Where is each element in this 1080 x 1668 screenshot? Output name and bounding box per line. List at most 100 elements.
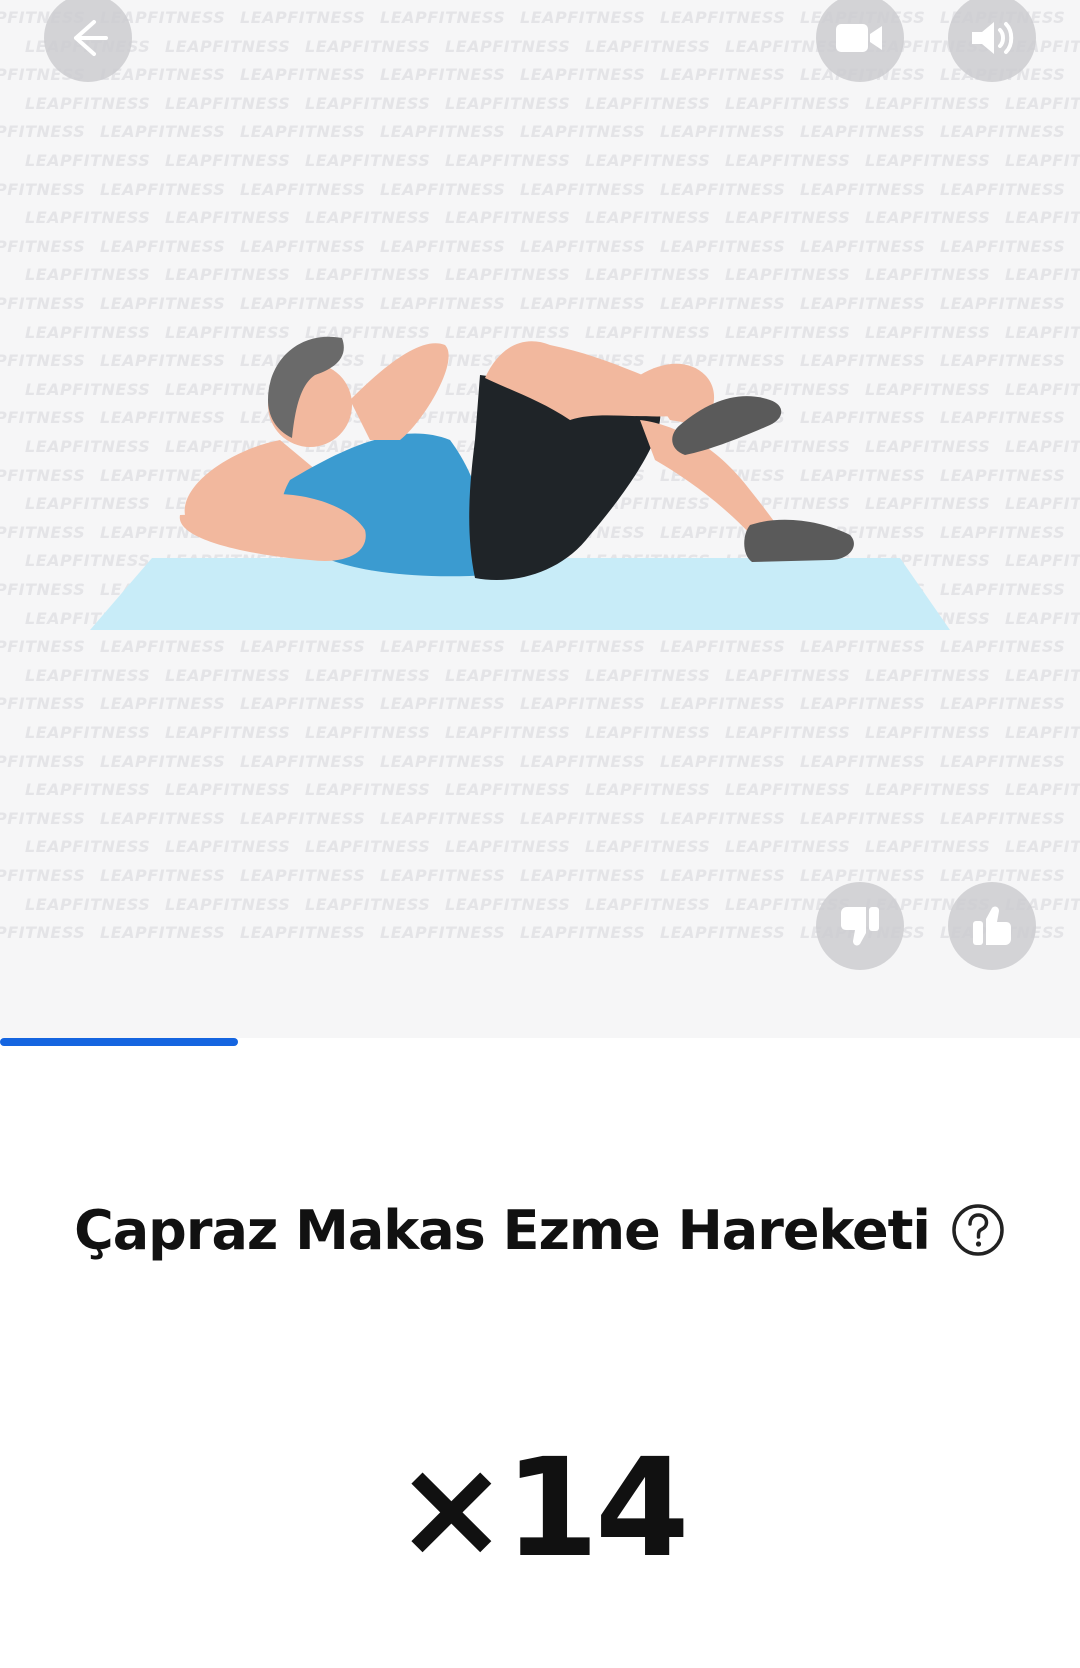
watermark-text: LEAPFITNESS bbox=[380, 808, 506, 828]
watermark-text: LEAPFITNESS bbox=[100, 179, 226, 199]
watermark-text: LEAPFITNESS bbox=[165, 151, 291, 170]
exercise-title-row: Çapraz Makas Ezme Hareketi bbox=[0, 1190, 1080, 1270]
watermark-text: LEAPFITNESS bbox=[585, 151, 711, 170]
watermark-text: LEAPFITNESS bbox=[445, 723, 571, 742]
watermark-text: LEAPFITNESS bbox=[800, 751, 926, 771]
watermark-row: LEAPFITNESS LEAPFITNESS LEAPFITNESS LEAPFIT… bbox=[0, 923, 1080, 940]
watermark-text: LEAPFITNESS bbox=[0, 179, 86, 199]
watermark-text: LEAPFITNESS bbox=[100, 65, 226, 85]
watermark-text: LEAPFITNESS bbox=[380, 923, 506, 940]
watermark-text: LEAPFITNESS bbox=[305, 723, 431, 742]
watermark-text: LEAPFITNESS bbox=[585, 93, 711, 113]
watermark-text: LEAPFITNESS bbox=[0, 751, 86, 771]
watermark-text: LEAPFITNESS bbox=[240, 122, 366, 142]
watermark-text: LEAPFITNESS bbox=[240, 65, 366, 85]
help-button[interactable] bbox=[950, 1202, 1006, 1258]
watermark-row: LEAPFITNESS LEAPFITNESS LEAPFITNESS LEAPFIT… bbox=[25, 780, 1080, 799]
watermark-row: LEAPFITNESS LEAPFITNESS LEAPFITNESS LEAPFIT… bbox=[0, 8, 1080, 27]
watermark-text: LEAPFITNESS bbox=[800, 179, 926, 199]
watermark-text: LEAPFITNESS bbox=[0, 294, 86, 313]
watermark-text: LEAPFITNESS bbox=[725, 837, 851, 857]
like-button[interactable] bbox=[948, 882, 1036, 970]
watermark-text: LEAPFITNESS bbox=[100, 866, 226, 885]
exercise-progress-bar bbox=[0, 1038, 1080, 1046]
watermark-text: LEAPFITNESS bbox=[380, 694, 506, 714]
watermark-text: LEAPFITNESS bbox=[1005, 208, 1080, 228]
watermark-text: LEAPFITNESS bbox=[1005, 93, 1080, 113]
watermark-text: LEAPFITNESS bbox=[940, 179, 1066, 199]
watermark-text: LEAPFITNESS bbox=[865, 93, 991, 113]
watermark-row: LEAPFITNESS LEAPFITNESS LEAPFITNESS LEAPFIT… bbox=[0, 237, 1080, 256]
watermark-text: LEAPFITNESS bbox=[520, 294, 646, 313]
watermark-text: LEAPFITNESS bbox=[445, 93, 571, 113]
watermark-text: LEAPFITNESS bbox=[585, 837, 711, 857]
watermark-text: LEAPFITNESS bbox=[240, 294, 366, 313]
watermark-row: LEAPFITNESS LEAPFITNESS LEAPFITNESS LEAPFIT… bbox=[0, 180, 1080, 199]
watermark-text: LEAPFITNESS bbox=[660, 236, 786, 256]
watermark-text: LEAPFITNESS bbox=[940, 694, 1066, 714]
shoe-floor bbox=[744, 519, 854, 562]
watermark-text: LEAPFITNESS bbox=[25, 93, 151, 113]
speaker-volume-icon bbox=[972, 22, 1014, 54]
watermark-text: LEAPFITNESS bbox=[1005, 151, 1080, 170]
watermark-text: LEAPFITNESS bbox=[100, 236, 226, 256]
watermark-text: LEAPFITNESS bbox=[240, 236, 366, 256]
watermark-text: LEAPFITNESS bbox=[380, 65, 506, 85]
watermark-text: LEAPFITNESS bbox=[25, 151, 151, 170]
watermark-text: LEAPFITNESS bbox=[800, 236, 926, 256]
watermark-text: LEAPFITNESS bbox=[165, 837, 291, 857]
watermark-text: LEAPFITNESS bbox=[725, 723, 851, 742]
watermark-text: LEAPFITNESS bbox=[165, 265, 291, 285]
exercise-title: Çapraz Makas Ezme Hareketi bbox=[74, 1198, 931, 1262]
watermark-text: LEAPFITNESS bbox=[445, 265, 571, 285]
watermark-text: LEAPFITNESS bbox=[305, 265, 431, 285]
watermark-text: LEAPFITNESS bbox=[165, 723, 291, 742]
watermark-row: LEAPFITNESS LEAPFITNESS LEAPFITNESS LEAPFIT… bbox=[0, 809, 1080, 828]
watermark-text: LEAPFITNESS bbox=[660, 179, 786, 199]
watermark-row: LEAPFITNESS LEAPFITNESS LEAPFITNESS LEAPFIT… bbox=[0, 866, 1080, 885]
watermark-text: LEAPFITNESS bbox=[445, 837, 571, 857]
watermark-text: LEAPFITNESS bbox=[0, 923, 86, 940]
watermark-text: LEAPFITNESS bbox=[305, 93, 431, 113]
watermark-text: LEAPFITNESS bbox=[240, 923, 366, 940]
watermark-text: LEAPFITNESS bbox=[865, 780, 991, 800]
watermark-text: LEAPFITNESS bbox=[1005, 780, 1080, 800]
watermark-text: LEAPFITNESS bbox=[865, 723, 991, 742]
watermark-text: LEAPFITNESS bbox=[520, 751, 646, 771]
watermark-text: LEAPFITNESS bbox=[100, 122, 226, 142]
watermark-text: LEAPFITNESS bbox=[1005, 379, 1080, 399]
watermark-text: LEAPFITNESS bbox=[1005, 837, 1080, 857]
watermark-text: LEAPFITNESS bbox=[100, 751, 226, 771]
watermark-text: LEAPFITNESS bbox=[1005, 494, 1080, 514]
watermark-text: LEAPFITNESS bbox=[1005, 437, 1080, 456]
watermark-text: LEAPFITNESS bbox=[100, 694, 226, 714]
watermark-row: LEAPFITNESS LEAPFITNESS LEAPFITNESS LEAPFIT… bbox=[0, 752, 1080, 771]
watermark-text: LEAPFITNESS bbox=[100, 294, 226, 313]
watermark-text: LEAPFITNESS bbox=[380, 294, 506, 313]
watermark-text: LEAPFITNESS bbox=[165, 665, 291, 685]
watermark-text: LEAPFITNESS bbox=[660, 808, 786, 828]
watermark-text: LEAPFITNESS bbox=[585, 265, 711, 285]
watermark-text: LEAPFITNESS bbox=[520, 923, 646, 940]
watermark-text: LEAPFITNESS bbox=[0, 694, 86, 714]
watermark-text: LEAPFITNESS bbox=[240, 808, 366, 828]
question-circle-icon bbox=[952, 1204, 1004, 1256]
watermark-row: LEAPFITNESS LEAPFITNESS LEAPFITNESS LEAPFIT… bbox=[25, 208, 1080, 227]
watermark-text: LEAPFITNESS bbox=[520, 808, 646, 828]
watermark-text: LEAPFITNESS bbox=[305, 665, 431, 685]
watermark-text: LEAPFITNESS bbox=[305, 837, 431, 857]
watermark-text: LEAPFITNESS bbox=[25, 894, 151, 914]
watermark-row: LEAPFITNESS LEAPFITNESS LEAPFITNESS LEAPFIT… bbox=[25, 666, 1080, 685]
watermark-text: LEAPFITNESS bbox=[305, 151, 431, 170]
watermark-text: LEAPFITNESS bbox=[585, 723, 711, 742]
watermark-text: LEAPFITNESS bbox=[865, 151, 991, 170]
watermark-text: LEAPFITNESS bbox=[445, 208, 571, 228]
watermark-text: LEAPFITNESS bbox=[660, 751, 786, 771]
watermark-text: LEAPFITNESS bbox=[660, 65, 786, 85]
watermark-text: LEAPFITNESS bbox=[0, 866, 86, 885]
dislike-button[interactable] bbox=[816, 882, 904, 970]
watermark-text: LEAPFITNESS bbox=[725, 208, 851, 228]
watermark-text: LEAPFITNESS bbox=[165, 894, 291, 914]
watermark-text: LEAPFITNESS bbox=[520, 236, 646, 256]
watermark-text: LEAPFITNESS bbox=[305, 208, 431, 228]
